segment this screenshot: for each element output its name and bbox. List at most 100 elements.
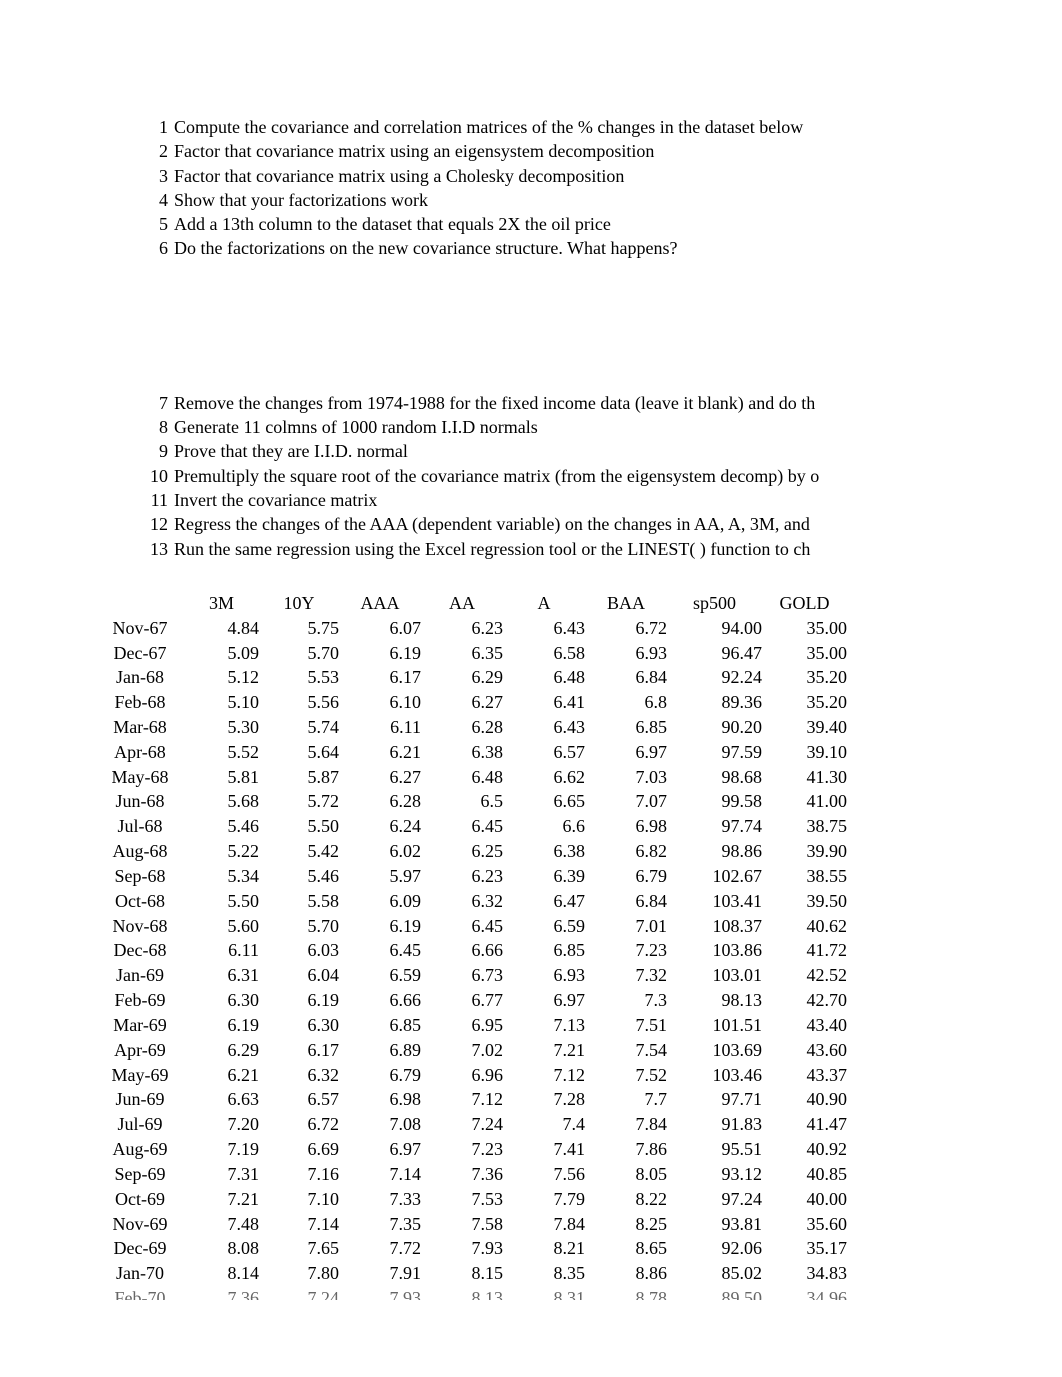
cell: 7.56 [503,1162,585,1187]
cell: 6.43 [503,616,585,641]
cell: 6.96 [421,1063,503,1088]
instruction-row: 10Premultiply the square root of the cov… [140,464,962,488]
cell: 89.36 [667,690,762,715]
cell: 8.22 [585,1187,667,1212]
cell: 6.32 [421,889,503,914]
cell: 8.05 [585,1162,667,1187]
cell: 6.77 [421,988,503,1013]
cell: 6.98 [339,1087,421,1112]
cell: 6.58 [503,641,585,666]
cell: 5.97 [339,864,421,889]
cell: 6.72 [259,1112,339,1137]
cell: 6.35 [421,641,503,666]
cell: 7.93 [421,1236,503,1261]
cell: 97.59 [667,740,762,765]
table-row: Aug-685.225.426.026.256.386.8298.8639.90 [100,839,962,864]
cell: 5.72 [259,789,339,814]
cell: 5.50 [259,814,339,839]
cell: 85.02 [667,1261,762,1286]
row-label: Dec-67 [100,641,184,666]
cell: 97.24 [667,1187,762,1212]
cell: 5.81 [184,765,259,790]
table-row-cutoff: Feb-70 7.36 7.24 7.93 8.13 8.31 8.78 89.… [100,1286,962,1300]
cell: 8.86 [585,1261,667,1286]
cell: 43.37 [762,1063,847,1088]
row-label: Feb-70 [100,1286,184,1300]
instruction-row: 4Show that your factorizations work [140,188,962,212]
cell: 7.54 [585,1038,667,1063]
cell: 39.40 [762,715,847,740]
cell: 7.21 [184,1187,259,1212]
cell: 7.79 [503,1187,585,1212]
cell: 8.15 [421,1261,503,1286]
cell: 35.00 [762,616,847,641]
cell: 7.03 [585,765,667,790]
instruction-number: 10 [140,464,168,488]
instruction-number: 4 [140,188,168,212]
cell: 7.13 [503,1013,585,1038]
cell: 5.68 [184,789,259,814]
table-row: Jan-696.316.046.596.736.937.32103.0142.5… [100,963,962,988]
cell: 5.50 [184,889,259,914]
cell: 6.19 [339,914,421,939]
cell: 6.6 [503,814,585,839]
row-label: Jan-68 [100,665,184,690]
row-label: Jun-69 [100,1087,184,1112]
row-label: Apr-68 [100,740,184,765]
cell: 6.30 [259,1013,339,1038]
table-row: Apr-685.525.646.216.386.576.9797.5939.10 [100,740,962,765]
table-row: Jul-697.206.727.087.247.47.8491.8341.47 [100,1112,962,1137]
cell: 7.3 [585,988,667,1013]
cell: 8.25 [585,1212,667,1237]
cell: 6.17 [259,1038,339,1063]
cell: 40.90 [762,1087,847,1112]
cell: 92.06 [667,1236,762,1261]
cell: 7.02 [421,1038,503,1063]
cell: 8.21 [503,1236,585,1261]
cell: 7.31 [184,1162,259,1187]
cell: 6.38 [503,839,585,864]
cell: 6.97 [339,1137,421,1162]
cell: 40.00 [762,1187,847,1212]
cell: 7.58 [421,1212,503,1237]
cell: 7.4 [503,1112,585,1137]
instruction-row: 6Do the factorizations on the new covari… [140,236,962,260]
cell: 6.23 [421,864,503,889]
table-row: Oct-685.505.586.096.326.476.84103.4139.5… [100,889,962,914]
instruction-text: Run the same regression using the Excel … [174,537,962,561]
col-header-10y: 10Y [259,591,339,616]
cell: 7.33 [339,1187,421,1212]
table-row: Jan-685.125.536.176.296.486.8492.2435.20 [100,665,962,690]
table-row: Nov-674.845.756.076.236.436.7294.0035.00 [100,616,962,641]
cell: 7.80 [259,1261,339,1286]
cell: 6.97 [585,740,667,765]
row-label: Feb-68 [100,690,184,715]
cell: 6.59 [503,914,585,939]
row-label: Mar-69 [100,1013,184,1038]
cell: 6.84 [585,665,667,690]
cell: 35.00 [762,641,847,666]
cell: 6.27 [421,690,503,715]
cell: 93.12 [667,1162,762,1187]
cell: 5.70 [259,641,339,666]
cell: 6.85 [503,938,585,963]
cell: 5.60 [184,914,259,939]
table-row: Jan-708.147.807.918.158.358.8685.0234.83 [100,1261,962,1286]
cell: 7.65 [259,1236,339,1261]
cell: 94.00 [667,616,762,641]
cell: 41.00 [762,789,847,814]
cell: 7.23 [421,1137,503,1162]
cell: 5.42 [259,839,339,864]
table-row: Sep-697.317.167.147.367.568.0593.1240.85 [100,1162,962,1187]
row-label: Jul-68 [100,814,184,839]
cell: 7.72 [339,1236,421,1261]
cell: 6.62 [503,765,585,790]
cell: 6.93 [503,963,585,988]
cell: 5.70 [259,914,339,939]
instruction-row: 11Invert the covariance matrix [140,488,962,512]
row-label: Sep-68 [100,864,184,889]
cell: 35.20 [762,690,847,715]
cell: 103.86 [667,938,762,963]
cell: 35.20 [762,665,847,690]
cell: 5.53 [259,665,339,690]
